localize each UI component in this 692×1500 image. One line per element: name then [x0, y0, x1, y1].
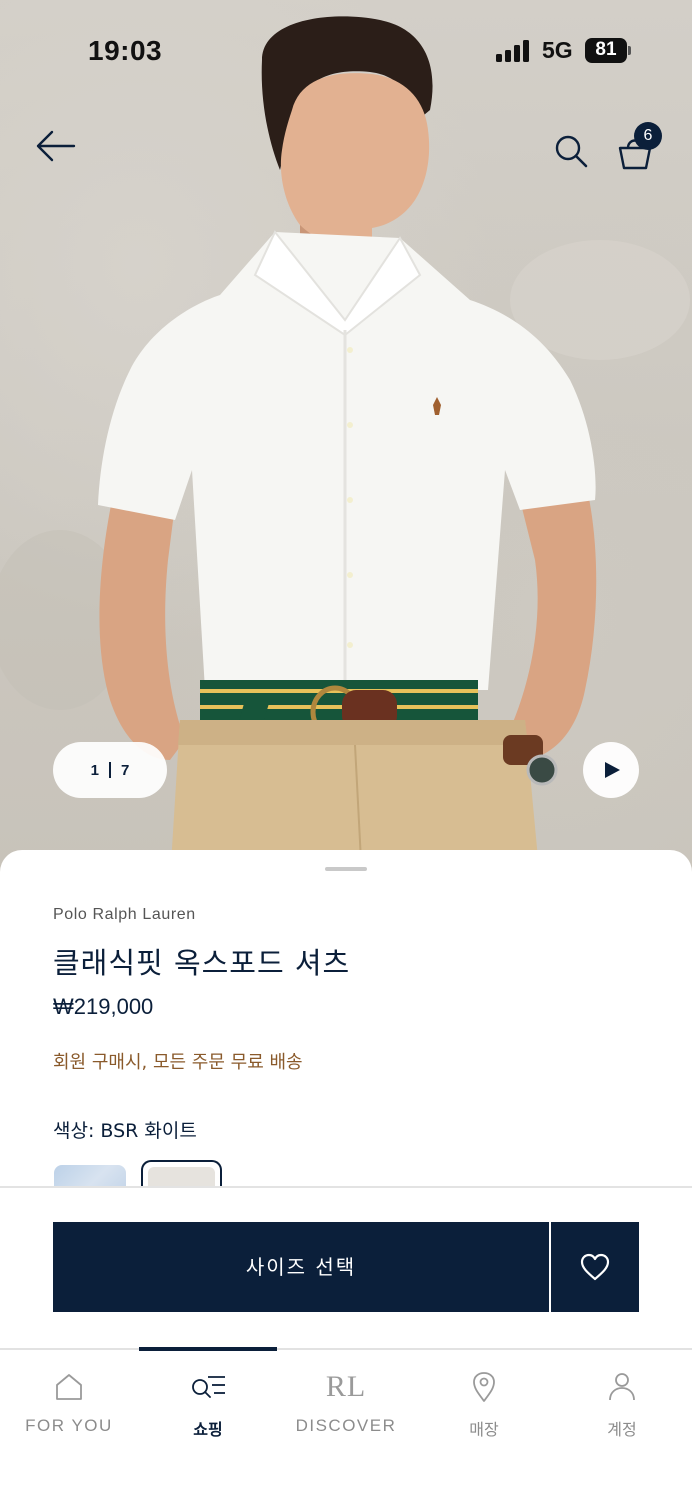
tab-stores[interactable]: 매장 [415, 1350, 553, 1460]
back-button[interactable] [34, 128, 76, 164]
shipping-promo: 회원 구매시, 모든 주문 무료 배송 [53, 1052, 303, 1073]
pager-current: 1 [90, 761, 99, 779]
status-bar: 19:03 5G 81 [0, 0, 692, 100]
person-icon [609, 1373, 635, 1401]
product-title: 클래식핏 옥스포드 셔츠 [53, 946, 351, 980]
tab-label: 매장 [469, 1420, 499, 1439]
rl-monogram-icon: RL [325, 1370, 367, 1403]
wishlist-button[interactable] [551, 1222, 639, 1312]
tab-account[interactable]: 계정 [553, 1350, 691, 1460]
home-icon [56, 1374, 82, 1400]
color-swatch-white-selected[interactable] [141, 1160, 222, 1187]
arrow-left-icon [36, 130, 76, 162]
brand-name: Polo Ralph Lauren [53, 906, 196, 923]
product-price: ₩219,000 [53, 994, 154, 1019]
product-image[interactable]: 19:03 5G 81 6 1 7 [0, 0, 692, 880]
status-time: 19:03 [88, 35, 163, 66]
tab-label: FOR YOU [25, 1416, 113, 1435]
pager-total: 7 [121, 761, 130, 779]
location-pin-icon [473, 1372, 495, 1402]
tab-discover[interactable]: RL DISCOVER [277, 1350, 415, 1460]
tab-label: DISCOVER [295, 1416, 397, 1435]
play-video-button[interactable] [583, 742, 639, 798]
battery-level: 81 [595, 39, 617, 60]
network-type: 5G [542, 37, 573, 63]
color-label: 색상: BSR 화이트 [53, 1120, 197, 1142]
shopping-bag-button[interactable]: 6 [616, 122, 664, 170]
sheet-grabber[interactable] [325, 867, 367, 871]
select-size-button[interactable]: 사이즈 선택 [53, 1222, 549, 1312]
tab-label: 계정 [607, 1420, 637, 1439]
battery-icon: 81 [585, 38, 631, 63]
tab-label: 쇼핑 [193, 1420, 223, 1439]
cart-count-badge: 6 [634, 122, 662, 150]
shopping-search-icon [192, 1376, 225, 1398]
signal-icon [496, 40, 529, 62]
bottom-tab-bar: FOR YOU 쇼핑 RL DISCOVER 매장 계정 [0, 1347, 692, 1500]
tab-for-you[interactable]: FOR YOU [0, 1350, 138, 1460]
search-icon [555, 135, 588, 168]
color-swatch-light-blue[interactable] [54, 1165, 126, 1187]
play-icon [605, 762, 620, 778]
image-pager: 1 7 [53, 742, 167, 798]
tab-shopping[interactable]: 쇼핑 [139, 1350, 277, 1460]
divider [0, 1186, 692, 1188]
pager-separator [109, 762, 111, 778]
heart-icon [580, 1253, 610, 1281]
search-button[interactable] [554, 134, 588, 168]
